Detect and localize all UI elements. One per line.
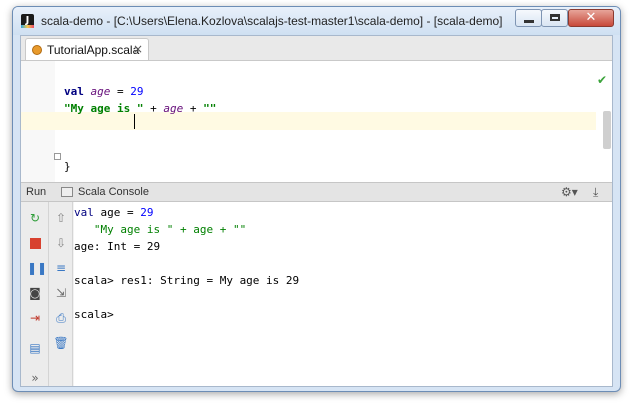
- layout-icon[interactable]: ▤: [27, 340, 43, 356]
- more-chevron-icon[interactable]: »: [27, 370, 43, 386]
- print-icon[interactable]: ⎙: [53, 310, 69, 326]
- string-token: "": [203, 102, 217, 115]
- editor-tab-bar: TutorialApp.scala ×: [21, 36, 612, 61]
- variable-token: age: [90, 85, 111, 98]
- console-line-3: age: Int = 29: [74, 240, 161, 253]
- keyword-token: val: [64, 85, 84, 98]
- scala-file-icon: [32, 45, 42, 55]
- code-line-closing-brace: }: [64, 160, 71, 173]
- operator-token: +: [143, 102, 164, 115]
- run-toolbar-left: ↻ ❚❚ ◙ ⇥ ▤ »: [21, 202, 49, 386]
- minimize-button[interactable]: [515, 9, 542, 27]
- code-line-2: "My age is " + age + "": [64, 102, 216, 115]
- number-token: 29: [130, 85, 144, 98]
- string-token: "My age is ": [64, 102, 144, 115]
- number-token: 29: [140, 206, 154, 219]
- scroll-to-end-icon[interactable]: ⇲: [53, 285, 69, 301]
- tab-label: TutorialApp.scala: [47, 43, 140, 57]
- console-text: age =: [93, 206, 141, 219]
- console-tab-name[interactable]: Scala Console: [78, 186, 149, 198]
- code-line-1: val age = 29: [64, 85, 144, 98]
- minimize-icon: [524, 20, 534, 23]
- pause-icon[interactable]: ❚❚: [27, 260, 47, 276]
- operator-token: =: [110, 85, 131, 98]
- fold-marker-icon[interactable]: [54, 153, 61, 160]
- tab-tutorialapp[interactable]: TutorialApp.scala ×: [25, 38, 149, 60]
- console-line-4: scala> res1: String = My age is 29: [74, 274, 300, 287]
- rerun-icon[interactable]: ↻: [27, 210, 43, 226]
- title-bar[interactable]: J scala-demo - [C:\Users\Elena.Kozlova\s…: [13, 7, 620, 35]
- text-caret: [134, 114, 135, 129]
- console-line-2: "My age is " + age + "": [74, 223, 247, 236]
- hide-panel-icon[interactable]: ⤓: [593, 185, 598, 200]
- console-icon: [61, 187, 73, 197]
- tab-close-icon[interactable]: ×: [133, 42, 143, 56]
- run-label[interactable]: Run: [26, 186, 46, 198]
- ide-window: J scala-demo - [C:\Users\Elena.Kozlova\s…: [12, 6, 621, 392]
- console-line-1: val age = 29: [74, 206, 153, 219]
- trash-icon[interactable]: 🗑: [53, 335, 69, 351]
- ide-client-area: TutorialApp.scala × val age = 29 "My age…: [20, 35, 613, 387]
- maximize-icon: [550, 14, 560, 21]
- stop-button[interactable]: [27, 235, 43, 251]
- console-output[interactable]: val age = 29 "My age is " + age + "" age…: [74, 202, 612, 386]
- down-arrow-icon[interactable]: ⇩: [53, 235, 69, 251]
- camera-icon[interactable]: ◙: [27, 285, 43, 301]
- console-prompt: scala>: [74, 308, 114, 321]
- editor-scrollbar[interactable]: [603, 111, 611, 149]
- close-icon: ✕: [585, 10, 597, 25]
- window-title: scala-demo - [C:\Users\Elena.Kozlova\sca…: [41, 14, 503, 28]
- operator-token: +: [183, 102, 204, 115]
- close-button[interactable]: ✕: [568, 9, 614, 27]
- soft-wrap-icon[interactable]: ≡: [53, 260, 69, 276]
- stop-icon: [29, 238, 41, 249]
- no-errors-check-icon: ✔: [597, 73, 608, 87]
- run-tool-window-header: Run Scala Console ⚙▾ ⤓: [21, 182, 612, 202]
- up-arrow-icon[interactable]: ⇧: [53, 210, 69, 226]
- settings-gear-icon[interactable]: ⚙▾: [561, 185, 578, 199]
- keyword-token: val: [74, 206, 94, 219]
- intellij-app-icon: J: [21, 14, 34, 28]
- exit-icon[interactable]: ⇥: [27, 310, 43, 326]
- code-editor[interactable]: val age = 29 "My age is " + age + "" } ✔: [21, 61, 612, 182]
- maximize-button[interactable]: [541, 9, 568, 27]
- variable-token: age: [163, 102, 184, 115]
- run-toolbar-middle: ⇧ ⇩ ≡ ⇲ ⎙ 🗑: [49, 202, 73, 386]
